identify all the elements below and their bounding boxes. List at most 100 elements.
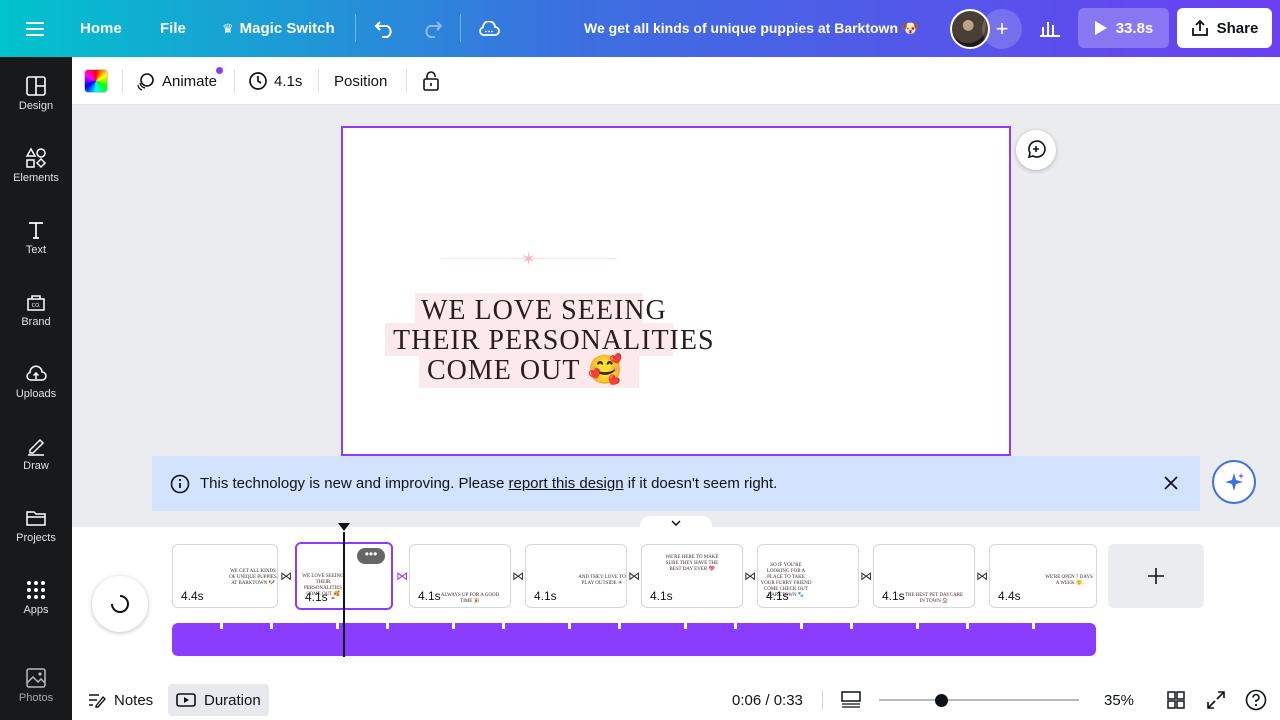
menu-icon[interactable] — [26, 0, 46, 57]
transition-icon[interactable]: ⋈ — [395, 569, 409, 583]
transition-icon[interactable]: ⋈ — [975, 569, 989, 583]
home-button[interactable]: Home — [80, 0, 122, 57]
zoom-slider-track[interactable] — [879, 699, 1079, 701]
transition-icon[interactable]: ⋈ — [511, 569, 525, 583]
insights-button[interactable] — [1030, 8, 1070, 48]
scene-preview-text: WE'RE HERE TO MAKE SURE THEY HAVE THE BE… — [665, 555, 719, 572]
transition-icon[interactable]: ⋈ — [279, 569, 293, 583]
share-button[interactable]: Share — [1177, 8, 1272, 48]
transition-icon[interactable]: ⋈ — [627, 569, 641, 583]
scene-duration: 4.4s — [998, 589, 1021, 603]
scene-thumbnail[interactable]: WE'RE HERE TO MAKE SURE THEY HAVE THE BE… — [641, 544, 743, 608]
zoom-level[interactable]: 35% — [1104, 684, 1134, 716]
sidebar-item-projects[interactable]: Projects — [0, 507, 72, 571]
notes-icon — [89, 694, 106, 708]
scene-preview-text: WE GET ALL KINDS OF UNIQUE PUPPIES AT BA… — [229, 569, 277, 586]
sparkle-icon: ✶ — [521, 249, 537, 269]
scene-thumbnail[interactable]: WE GET ALL KINDS OF UNIQUE PUPPIES AT BA… — [172, 544, 278, 608]
sidebar-item-apps[interactable]: Apps — [0, 579, 72, 643]
document-title[interactable]: We get all kinds of unique puppies at Ba… — [584, 0, 919, 57]
divider — [234, 69, 235, 93]
divider — [406, 69, 407, 93]
sidebar-item-label: Apps — [23, 604, 49, 616]
folder-icon — [26, 511, 46, 526]
redo-icon[interactable] — [421, 0, 443, 57]
animate-button[interactable]: Animate — [136, 57, 223, 105]
magic-switch-button[interactable]: ♛ Magic Switch — [222, 0, 335, 57]
banner-text: This technology is new and improving. Pl… — [200, 475, 509, 492]
timing-button[interactable]: 4.1s — [248, 57, 302, 105]
scene-thumbnail[interactable]: WE'RE OPEN 7 DAYS A WEEK 🙂 4.4s — [989, 544, 1097, 608]
info-banner: This technology is new and improving. Pl… — [152, 456, 1200, 511]
undo-icon[interactable] — [374, 0, 396, 57]
animate-label: Animate — [162, 72, 218, 90]
sidebar-item-design[interactable]: Design — [0, 75, 72, 139]
duration-button[interactable]: Duration — [168, 684, 269, 716]
lock-icon[interactable] — [422, 57, 440, 105]
transition-icon[interactable]: ⋈ — [743, 569, 757, 583]
playhead-handle[interactable] — [337, 522, 351, 532]
banner-text-after: if it doesn't seem right. — [623, 475, 778, 492]
magic-switch-label: Magic Switch — [239, 20, 335, 37]
position-button[interactable]: Position — [334, 57, 387, 105]
cloud-sync-icon[interactable] — [478, 0, 500, 57]
playhead[interactable] — [343, 532, 345, 657]
notes-label: Notes — [114, 691, 154, 709]
help-icon[interactable] — [1245, 684, 1267, 716]
scene-thumbnail[interactable]: SO IF YOU'RE LOOKING FOR A PLACE TO TAKE… — [757, 544, 859, 608]
grid-view-icon[interactable] — [1167, 684, 1185, 716]
magic-assistant-button[interactable] — [1212, 460, 1256, 504]
sidebar-item-uploads[interactable]: Uploads — [0, 363, 72, 427]
scene-thumbnail[interactable]: AND THEY LOVE TO PLAY OUTSIDE ☀ 4.1s — [525, 544, 627, 608]
collapse-timeline-button[interactable] — [640, 516, 712, 530]
sidebar-item-text[interactable]: Text — [0, 219, 72, 283]
divider — [318, 69, 319, 93]
file-menu-button[interactable]: File — [160, 0, 186, 57]
svg-text:CO.: CO. — [32, 303, 41, 309]
zoom-slider-handle[interactable] — [935, 694, 948, 707]
fullscreen-icon[interactable] — [1207, 684, 1225, 716]
sidebar-item-label: Brand — [21, 316, 51, 328]
scene-thumbnail[interactable]: THE BEST PET DAYCARE IN TOWN 🏠 4.1s — [873, 544, 975, 608]
editor-toolbar: Animate 4.1s Position — [72, 57, 1280, 105]
clock-icon — [249, 72, 267, 90]
scene-duration: 4.1s — [418, 589, 441, 603]
sidebar-item-photos[interactable]: Photos — [0, 667, 72, 720]
canvas-text-line-2[interactable]: THEIR PERSONALITIES — [393, 326, 715, 356]
add-comment-button[interactable] — [1016, 130, 1056, 170]
add-collaborator-button[interactable]: + — [982, 9, 1022, 49]
report-design-link[interactable]: report this design — [509, 475, 624, 492]
comment-icon — [1027, 140, 1046, 159]
add-scene-button[interactable] — [1108, 544, 1204, 608]
scene-more-options-button[interactable]: ••• — [357, 548, 385, 564]
timing-label: 4.1s — [274, 72, 303, 90]
scene-preview-text: THE BEST PET DAYCARE IN TOWN 🏠 — [904, 593, 964, 604]
canvas-text-line-1[interactable]: WE LOVE SEEING — [421, 296, 667, 326]
sidebar-item-brand[interactable]: CO. Brand — [0, 291, 72, 355]
play-button[interactable]: 33.8s — [1078, 8, 1169, 48]
transition-icon[interactable]: ⋈ — [859, 569, 873, 583]
scene-preview-text: ALWAYS UP FOR A GOOD TIME 🎉 — [440, 593, 500, 604]
apps-icon — [27, 581, 45, 599]
plus-icon — [1148, 568, 1164, 584]
scene-thumbnail[interactable]: ALWAYS UP FOR A GOOD TIME 🎉 4.1s — [409, 544, 511, 608]
sidebar-item-label: Design — [18, 100, 54, 112]
sidebar-item-draw[interactable]: Draw — [0, 435, 72, 499]
color-picker-button[interactable] — [84, 57, 108, 105]
close-icon[interactable] — [1163, 475, 1179, 491]
shapes-icon — [25, 147, 47, 169]
photos-icon — [26, 668, 46, 688]
notes-button[interactable]: Notes — [88, 684, 153, 716]
audio-marker — [618, 623, 621, 629]
divider — [122, 69, 123, 93]
sidebar-item-elements[interactable]: Elements — [0, 147, 72, 211]
audio-marker — [850, 623, 853, 629]
audio-track[interactable] — [172, 623, 1096, 656]
audio-marker — [734, 623, 737, 629]
color-swatch — [84, 69, 108, 93]
canvas-text-line-3[interactable]: COME OUT 🥰 — [427, 356, 624, 386]
page-view-toggle-icon[interactable] — [841, 684, 861, 716]
design-canvas[interactable]: ✶ WE LOVE SEEING THEIR PERSONALITIES COM… — [341, 126, 1011, 456]
audio-marker — [270, 623, 273, 629]
audio-marker — [916, 623, 919, 629]
